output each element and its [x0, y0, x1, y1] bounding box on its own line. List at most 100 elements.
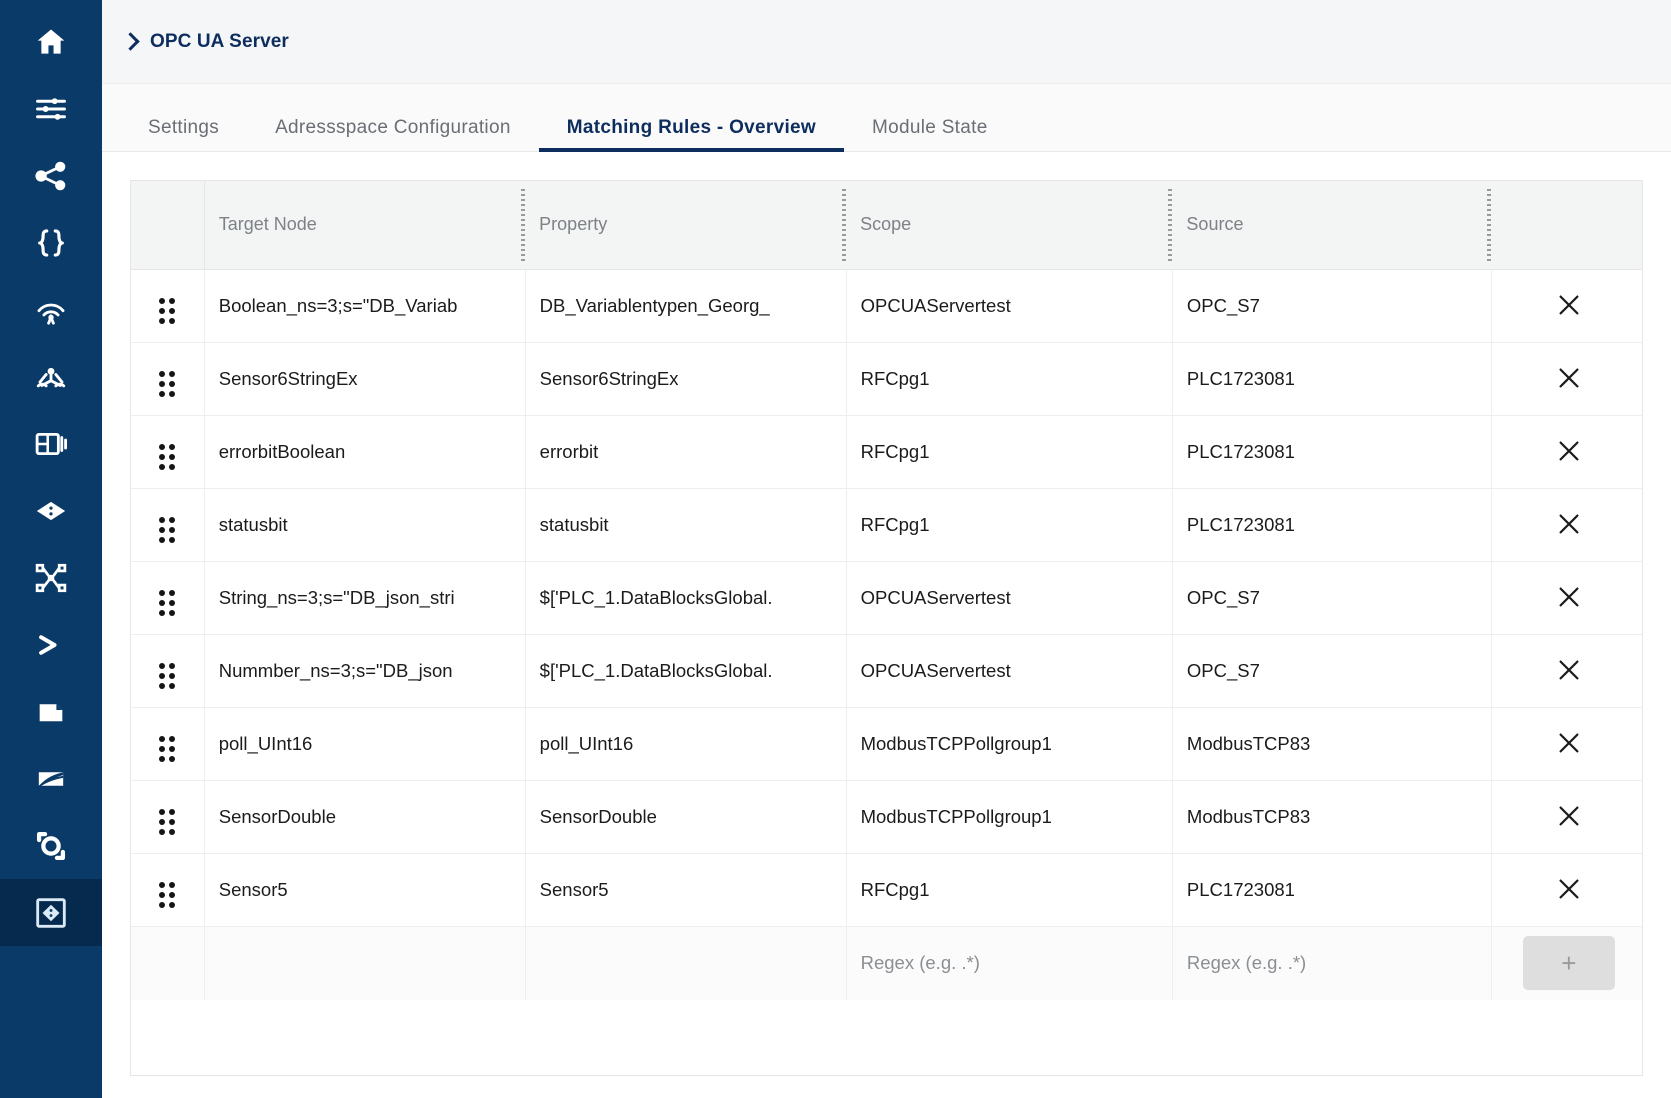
- cell-property[interactable]: $['PLC_1.DataBlocksGlobal.: [525, 634, 847, 708]
- home-icon: [34, 25, 68, 59]
- cell-scope[interactable]: RFCpg1: [846, 853, 1173, 927]
- new-source-input[interactable]: [1186, 952, 1481, 975]
- new-row-source-cell[interactable]: [1172, 926, 1492, 1000]
- sidebar-item-hub[interactable]: [0, 343, 102, 410]
- sidebar-item-files[interactable]: [0, 678, 102, 745]
- sidebar-item-json[interactable]: [0, 209, 102, 276]
- drag-handle-icon[interactable]: [159, 517, 176, 543]
- close-icon[interactable]: [1552, 653, 1586, 687]
- cell-property[interactable]: $['PLC_1.DataBlocksGlobal.: [525, 561, 847, 635]
- cell-target-node[interactable]: Sensor5: [204, 853, 526, 927]
- add-rule-button[interactable]: +: [1522, 936, 1615, 991]
- table-row: statusbit statusbit RFCpg1 PLC1723081: [131, 488, 1642, 562]
- row-drag-handle-cell: [131, 269, 205, 343]
- cell-source[interactable]: OPC_S7: [1172, 269, 1492, 343]
- drag-handle-icon[interactable]: [159, 809, 176, 835]
- cell-scope[interactable]: RFCpg1: [846, 488, 1173, 562]
- cell-target-node[interactable]: Nummber_ns=3;s="DB_json: [204, 634, 526, 708]
- table-row: Boolean_ns=3;s="DB_Variab DB_Variablentyp…: [131, 269, 1642, 343]
- drag-handle-icon[interactable]: [159, 371, 176, 397]
- new-row-target-node-cell[interactable]: [204, 926, 526, 1000]
- cell-target-node[interactable]: SensorDouble: [204, 780, 526, 854]
- cell-source[interactable]: ModbusTCP83: [1172, 707, 1492, 781]
- cell-source[interactable]: PLC1723081: [1172, 342, 1492, 416]
- header-property[interactable]: Property: [525, 181, 847, 270]
- cell-target-node[interactable]: String_ns=3;s="DB_json_stri: [204, 561, 526, 635]
- cell-target-node[interactable]: errorbitBoolean: [204, 415, 526, 489]
- cell-source[interactable]: OPC_S7: [1172, 634, 1492, 708]
- cell-source[interactable]: PLC1723081: [1172, 415, 1492, 489]
- new-target-node-input[interactable]: [218, 952, 515, 975]
- header-target-node[interactable]: Target Node: [204, 181, 526, 270]
- cell-target-node[interactable]: Sensor6StringEx: [204, 342, 526, 416]
- sidebar-item-opcua-server[interactable]: [0, 879, 102, 946]
- flow-icon: [34, 561, 68, 595]
- drag-handle-icon[interactable]: [159, 590, 176, 616]
- header-target-node-label: Target Node: [218, 214, 317, 235]
- cell-scope[interactable]: OPCUAServertest: [846, 561, 1173, 635]
- cell-actions: [1491, 415, 1642, 489]
- cell-source[interactable]: PLC1723081: [1172, 488, 1492, 562]
- close-icon[interactable]: [1552, 288, 1586, 322]
- cell-property[interactable]: SensorDouble: [525, 780, 847, 854]
- sidebar-item-node[interactable]: [0, 477, 102, 544]
- drag-handle-icon[interactable]: [159, 736, 176, 762]
- drag-handle-icon[interactable]: [159, 444, 176, 470]
- sidebar-item-flow[interactable]: [0, 544, 102, 611]
- close-icon[interactable]: [1552, 507, 1586, 541]
- cell-actions: [1491, 269, 1642, 343]
- sidebar-item-layers[interactable]: [0, 745, 102, 812]
- cell-property[interactable]: Sensor5: [525, 853, 847, 927]
- cell-property[interactable]: Sensor6StringEx: [525, 342, 847, 416]
- cell-source[interactable]: PLC1723081: [1172, 853, 1492, 927]
- header-source[interactable]: Source: [1172, 181, 1492, 270]
- cell-property[interactable]: poll_UInt16: [525, 707, 847, 781]
- cell-source[interactable]: ModbusTCP83: [1172, 780, 1492, 854]
- close-icon[interactable]: [1552, 580, 1586, 614]
- cell-target-node[interactable]: statusbit: [204, 488, 526, 562]
- cell-scope[interactable]: OPCUAServertest: [846, 634, 1173, 708]
- close-icon[interactable]: [1552, 361, 1586, 395]
- new-scope-input[interactable]: [860, 952, 1162, 975]
- close-icon[interactable]: [1552, 434, 1586, 468]
- cell-scope[interactable]: ModbusTCPPollgroup1: [846, 707, 1173, 781]
- cell-target-node[interactable]: Boolean_ns=3;s="DB_Variab: [204, 269, 526, 343]
- tab-adressspace-configuration[interactable]: Adressspace Configuration: [247, 118, 539, 151]
- sidebar-item-settings[interactable]: [0, 75, 102, 142]
- sidebar-item-dashboard[interactable]: [0, 410, 102, 477]
- breadcrumb[interactable]: OPC UA Server: [121, 31, 289, 53]
- new-row-property-cell[interactable]: [525, 926, 847, 1000]
- cell-scope[interactable]: OPCUAServertest: [846, 269, 1173, 343]
- close-icon[interactable]: [1552, 872, 1586, 906]
- sidebar-item-mqtt[interactable]: [0, 276, 102, 343]
- tab-matching-rules-overview[interactable]: Matching Rules - Overview: [538, 118, 845, 152]
- sidebar-item-terminal[interactable]: [0, 611, 102, 678]
- sidebar-item-connections[interactable]: [0, 142, 102, 209]
- chevron-right-icon: [121, 31, 140, 51]
- drag-handle-icon[interactable]: [159, 663, 176, 689]
- close-icon[interactable]: [1552, 799, 1586, 833]
- close-icon[interactable]: [1552, 726, 1586, 760]
- drag-handle-icon[interactable]: [159, 298, 176, 324]
- new-row-scope-cell[interactable]: [846, 926, 1173, 1000]
- cell-target-node[interactable]: poll_UInt16: [204, 707, 526, 781]
- cell-scope[interactable]: ModbusTCPPollgroup1: [846, 780, 1173, 854]
- cell-source[interactable]: OPC_S7: [1172, 561, 1492, 635]
- cell-scope[interactable]: RFCpg1: [846, 342, 1173, 416]
- sidebar-item-target[interactable]: [0, 812, 102, 879]
- cell-property[interactable]: statusbit: [525, 488, 847, 562]
- cell-property[interactable]: errorbit: [525, 415, 847, 489]
- drag-handle-icon[interactable]: [159, 882, 176, 908]
- tab-settings[interactable]: Settings: [120, 118, 247, 151]
- row-drag-handle-cell: [131, 780, 205, 854]
- cell-scope[interactable]: RFCpg1: [846, 415, 1173, 489]
- sidebar-item-home[interactable]: [0, 8, 102, 75]
- file-icon: [34, 695, 68, 729]
- row-drag-handle-cell: [131, 342, 205, 416]
- dashboard-icon: [34, 427, 68, 461]
- header-scope[interactable]: Scope: [846, 181, 1173, 270]
- tab-module-state[interactable]: Module State: [844, 118, 1016, 151]
- table-row: Sensor6StringEx Sensor6StringEx RFCpg1 PLC1…: [131, 342, 1642, 416]
- new-property-input[interactable]: [539, 952, 836, 975]
- cell-property[interactable]: DB_Variablentypen_Georg_: [525, 269, 847, 343]
